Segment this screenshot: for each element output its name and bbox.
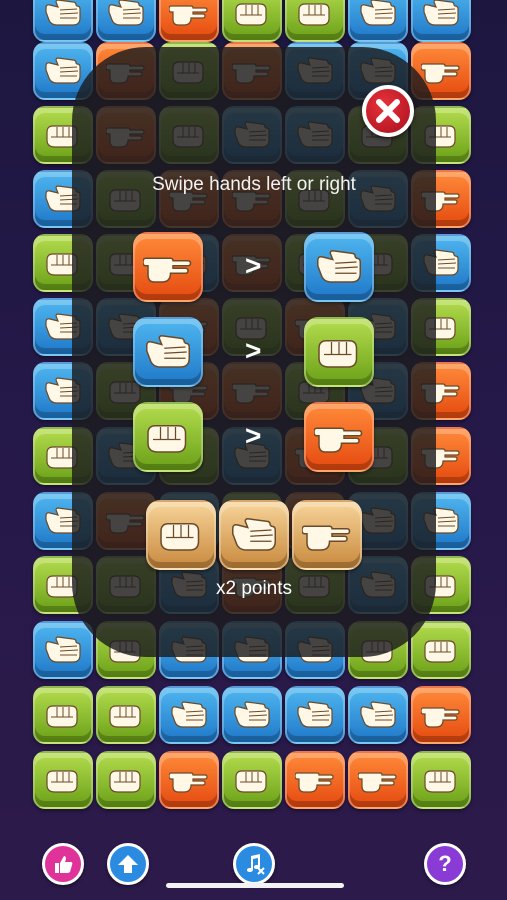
paper-hand-icon [143,333,193,371]
arrow-up-icon [117,853,139,875]
paper-hand-icon [169,700,209,730]
bonus-label: x2 points [215,578,293,599]
scissors-hand-icon [295,765,335,795]
board-tile-rock[interactable] [222,0,282,42]
board-tile-rock[interactable] [96,686,156,744]
board-tile-paper[interactable] [411,0,471,42]
scissors-hand-icon [169,765,209,795]
close-icon [376,99,400,123]
board-tile-paper[interactable] [348,0,408,42]
paper-hand-icon [421,0,461,28]
board-tile-rock[interactable] [33,751,93,809]
question-icon: ? [438,851,452,876]
hand-hand-icon [229,516,279,554]
beats-symbol: > [245,335,262,366]
scissors-hand-icon [421,700,461,730]
rock-hand-icon [106,765,146,795]
paper-hand-icon [43,635,83,665]
rock-hand-icon [232,765,272,795]
board-tile-paper[interactable] [33,0,93,42]
board-tile-paper[interactable] [222,686,282,744]
paper-hand-icon [106,0,146,28]
board-tile-scissors[interactable] [348,751,408,809]
paper-hand-icon [43,56,83,86]
bonus-rock-tile[interactable] [146,500,216,570]
rock-hand-icon [421,765,461,795]
board-tile-rock[interactable] [411,751,471,809]
board-tile-rock[interactable] [33,686,93,744]
scissors-hand-icon [314,418,364,456]
board-tile-paper[interactable] [96,0,156,42]
paper-hand-icon [295,700,335,730]
rule-paper-tile[interactable] [133,317,203,387]
scissors-hand-icon [421,56,461,86]
rock-hand-icon [232,0,272,28]
share-button[interactable] [107,843,149,885]
board-tile-rock[interactable] [96,751,156,809]
like-button[interactable] [42,843,84,885]
board-tile-scissors[interactable] [285,751,345,809]
hand-hand-icon [156,516,206,554]
scissors-hand-icon [358,765,398,795]
board-tile-scissors[interactable] [411,686,471,744]
tutorial-instruction: Swipe hands left or right [152,174,356,195]
close-button[interactable] [362,85,414,137]
board-tile-paper[interactable] [348,686,408,744]
board-tile-paper[interactable] [33,621,93,679]
rock-hand-icon [43,765,83,795]
rule-rock-tile[interactable] [133,402,203,472]
scissors-hand-icon [169,0,209,28]
hand-hand-icon [302,516,352,554]
rock-hand-icon [43,700,83,730]
rock-hand-icon [143,418,193,456]
home-indicator [166,883,344,888]
beats-symbol: > [245,250,262,281]
paper-hand-icon [232,700,272,730]
board-tile-rock[interactable] [285,0,345,42]
bonus-paper-tile[interactable] [219,500,289,570]
rule-scissors-tile[interactable] [133,232,203,302]
board-tile-rock[interactable] [411,621,471,679]
rule-paper-tile[interactable] [304,232,374,302]
rock-hand-icon [314,333,364,371]
bonus-scissors-tile[interactable] [292,500,362,570]
paper-hand-icon [314,248,364,286]
board-tile-scissors[interactable] [159,751,219,809]
board-tile-scissors[interactable] [159,0,219,42]
paper-hand-icon [358,0,398,28]
rock-hand-icon [106,700,146,730]
scissors-hand-icon [143,248,193,286]
paper-hand-icon [358,700,398,730]
thumbs-up-icon [52,853,74,875]
rule-scissors-tile[interactable] [304,402,374,472]
help-button[interactable]: ? [424,843,466,885]
rock-hand-icon [421,635,461,665]
rock-hand-icon [295,0,335,28]
beats-symbol: > [245,420,262,451]
rule-rock-tile[interactable] [304,317,374,387]
paper-hand-icon [43,0,83,28]
board-tile-paper[interactable] [159,686,219,744]
music-toggle-button[interactable] [233,843,275,885]
music-muted-icon [242,852,266,876]
board-tile-rock[interactable] [222,751,282,809]
board-tile-paper[interactable] [285,686,345,744]
